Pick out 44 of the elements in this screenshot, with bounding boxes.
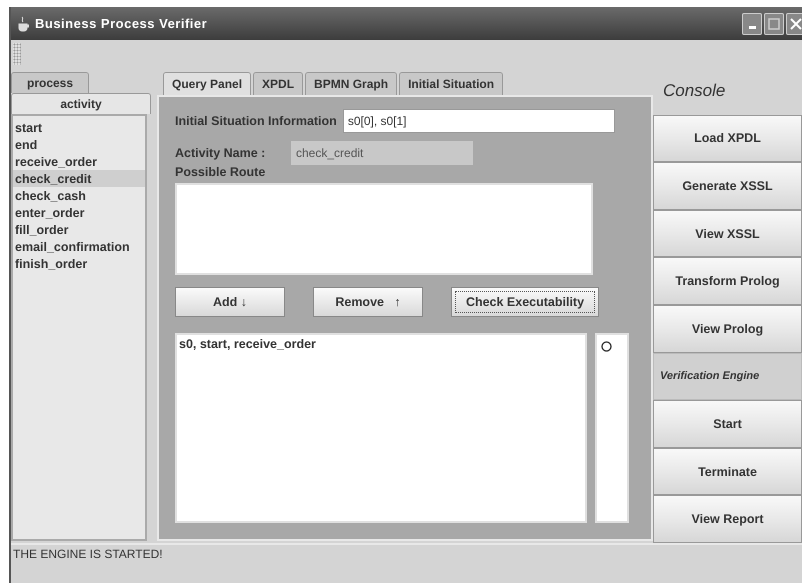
tab[interactable]: Initial Situation — [399, 72, 504, 95]
result-item[interactable]: s0, start, receive_order — [179, 337, 583, 351]
console-button[interactable]: Terminate — [653, 448, 802, 496]
console-button[interactable]: Load XPDL — [653, 114, 802, 162]
console-button[interactable]: Generate XSSL — [653, 162, 802, 210]
action-button[interactable]: Check Executability — [451, 287, 599, 317]
maximize-icon — [768, 18, 780, 30]
list-item[interactable]: enter_order — [13, 204, 145, 221]
action-button[interactable]: Add ↓ — [175, 287, 285, 317]
list-item[interactable]: check_credit — [13, 170, 145, 187]
minimize-button[interactable] — [742, 12, 762, 34]
window-title: Business Process Verifier — [35, 16, 208, 31]
input-field[interactable]: s0[0], s0[1] — [342, 109, 615, 133]
tab[interactable]: activity — [11, 93, 151, 114]
minimize-icon — [748, 26, 756, 29]
coffee-cup-icon — [17, 16, 29, 32]
tab[interactable]: XPDL — [253, 72, 304, 95]
field-label: Possible Route — [175, 165, 266, 179]
close-icon — [790, 18, 802, 30]
circle-icon — [601, 341, 612, 352]
list-item[interactable]: check_cash — [13, 187, 145, 204]
console-button[interactable]: Transform Prolog — [653, 257, 802, 305]
console-button[interactable]: View Report — [653, 495, 802, 543]
tab[interactable]: process — [11, 72, 89, 93]
console-title: Console — [662, 80, 726, 102]
console-button[interactable]: View Prolog — [653, 304, 802, 353]
maximize-button[interactable] — [764, 12, 784, 34]
console-button[interactable]: Start — [653, 400, 802, 448]
field-label: Initial Situation Information — [175, 114, 337, 128]
list-item[interactable]: email_confirmation — [13, 238, 145, 255]
section-label: Verification Engine — [653, 352, 802, 400]
console-button[interactable]: View XSSL — [653, 210, 802, 258]
list-item[interactable]: receive_order — [13, 153, 145, 170]
toolbar-grip[interactable] — [13, 43, 21, 65]
list-item[interactable]: start — [13, 119, 145, 136]
list-item[interactable]: finish_order — [13, 255, 145, 272]
action-button[interactable]: Remove ↑ — [313, 287, 423, 317]
field-label: Activity Name : — [175, 146, 266, 160]
tab[interactable]: Query Panel — [163, 72, 252, 95]
tab[interactable]: BPMN Graph — [305, 72, 398, 95]
close-button[interactable] — [786, 12, 802, 34]
list-item[interactable]: fill_order — [13, 221, 145, 238]
list-item[interactable]: end — [13, 136, 145, 153]
status-message: THE ENGINE IS STARTED! — [11, 543, 802, 583]
